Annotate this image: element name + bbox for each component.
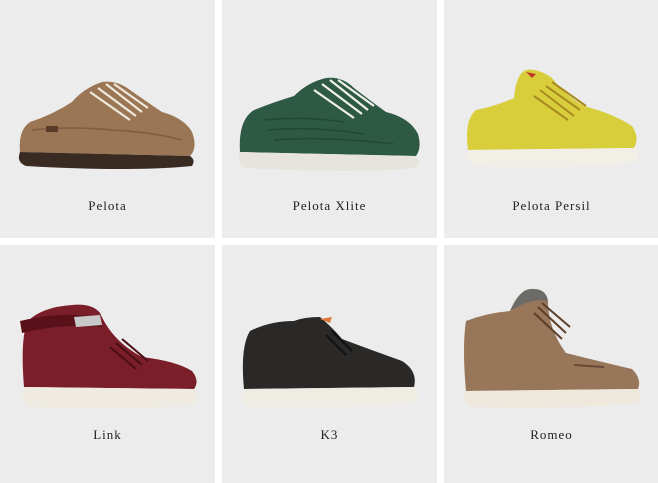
product-name[interactable]: Pelota bbox=[0, 198, 215, 214]
brown-lace-up-sneaker-icon bbox=[18, 81, 195, 169]
product-tile-pelota-xlite[interactable]: Pelota Xlite bbox=[222, 0, 437, 238]
product-tile-pelota[interactable]: Pelota bbox=[0, 0, 215, 238]
product-tile-pelota-persil[interactable]: Pelota Persil bbox=[444, 0, 658, 238]
green-lace-up-sneaker-icon bbox=[238, 77, 420, 171]
yellow-mid-top-sneaker-icon bbox=[466, 69, 639, 168]
product-name[interactable]: Pelota Xlite bbox=[222, 198, 437, 214]
product-name[interactable]: Romeo bbox=[444, 427, 658, 443]
burgundy-high-top-strap-sneaker-icon bbox=[20, 304, 198, 409]
product-name[interactable]: Pelota Persil bbox=[444, 198, 658, 214]
product-name[interactable]: Link bbox=[0, 427, 215, 443]
product-name[interactable]: K3 bbox=[222, 427, 437, 443]
product-tile-k3[interactable]: K3 bbox=[222, 245, 437, 483]
product-tile-link[interactable]: Link bbox=[0, 245, 215, 483]
black-chukka-sneaker-icon bbox=[242, 317, 418, 408]
product-tile-romeo[interactable]: Romeo bbox=[444, 245, 658, 483]
tan-fur-lined-boot-icon bbox=[464, 288, 641, 408]
product-grid: Pelota Pelota Xlite Pelota Persil Link K… bbox=[0, 0, 658, 483]
